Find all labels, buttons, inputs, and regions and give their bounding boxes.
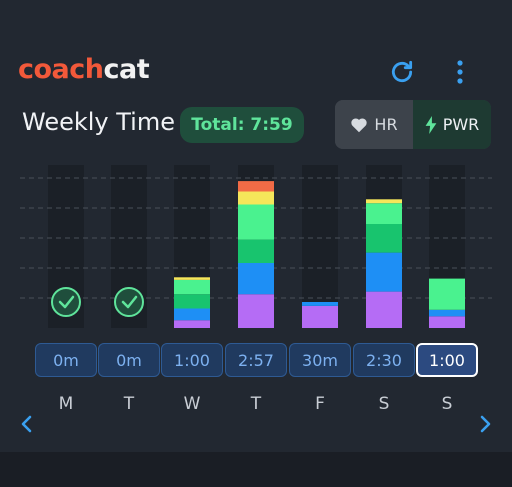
- more-vertical-icon: [457, 60, 463, 84]
- zone-segment: [174, 308, 210, 321]
- completed-check-icon: [114, 287, 144, 317]
- heart-icon: [351, 117, 368, 132]
- weekly-bar-chart: [20, 165, 492, 328]
- logo-part-coach: coach: [18, 54, 104, 85]
- page-title: Weekly Time: [22, 108, 175, 136]
- toggle-pwr-label: PWR: [442, 115, 480, 134]
- zone-segment: [366, 252, 402, 292]
- zone-segment: [174, 320, 210, 328]
- refresh-icon: [391, 60, 413, 83]
- zone-segment: [238, 263, 274, 295]
- zone-segment: [238, 294, 274, 328]
- zone-segment: [366, 224, 402, 253]
- day-duration-button[interactable]: 2:57: [225, 343, 287, 377]
- zone-segment: [302, 302, 338, 306]
- zone-segment: [238, 239, 274, 263]
- zone-segment: [238, 204, 274, 240]
- previous-week-button[interactable]: [14, 410, 38, 438]
- day-duration-button[interactable]: 1:00: [416, 343, 478, 377]
- total-badge: Total: 7:59: [180, 107, 304, 143]
- lightning-icon: [425, 115, 437, 134]
- day-duration-button[interactable]: 0m: [35, 343, 97, 377]
- day-letter: M: [58, 394, 74, 414]
- day-letter: T: [123, 394, 135, 414]
- logo-part-cat: cat: [103, 54, 150, 85]
- more-menu-button[interactable]: [446, 56, 474, 88]
- next-week-button[interactable]: [474, 410, 498, 438]
- app-logo: coachcat: [18, 54, 150, 85]
- day-letter: S: [441, 394, 453, 414]
- zone-segment: [238, 181, 274, 192]
- zone-segment: [174, 277, 210, 280]
- zone-segment: [302, 305, 338, 328]
- completed-check-icon: [51, 287, 81, 317]
- chevron-right-icon: [480, 415, 491, 433]
- zone-segment: [429, 278, 465, 310]
- day-duration-buttons: 0m 0m 1:00 2:57 30m 2:30 1:00: [31, 343, 481, 379]
- day-letter: W: [183, 394, 201, 414]
- zone-segment: [174, 294, 210, 309]
- zone-segment: [429, 316, 465, 328]
- zone-segment: [174, 279, 210, 295]
- day-duration-button[interactable]: 30m: [289, 343, 351, 377]
- day-letter: S: [378, 394, 390, 414]
- day-duration-button[interactable]: 0m: [98, 343, 160, 377]
- zone-segment: [429, 309, 465, 317]
- toggle-pwr[interactable]: PWR: [413, 100, 491, 149]
- zone-segment: [238, 191, 274, 205]
- day-duration-button[interactable]: 2:30: [353, 343, 415, 377]
- toggle-hr-label: HR: [374, 115, 398, 134]
- day-letter: T: [250, 394, 262, 414]
- zone-segment: [366, 199, 402, 204]
- day-duration-button[interactable]: 1:00: [161, 343, 223, 377]
- refresh-button[interactable]: [386, 56, 418, 88]
- bottom-bar: [0, 452, 512, 487]
- chevron-left-icon: [21, 415, 32, 433]
- zone-segment: [366, 291, 402, 328]
- day-letter: F: [315, 394, 325, 414]
- toggle-hr[interactable]: HR: [335, 100, 413, 149]
- metric-toggle: HR PWR: [335, 100, 491, 149]
- zone-segment: [366, 203, 402, 224]
